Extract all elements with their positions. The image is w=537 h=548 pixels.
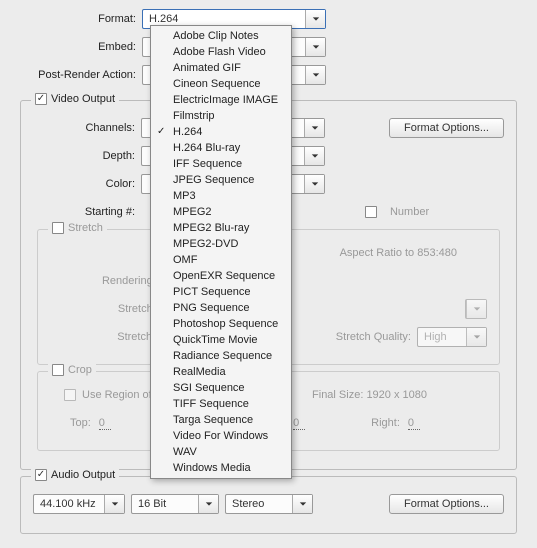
bit-depth-value: 16 Bit [132, 498, 198, 510]
format-option[interactable]: Filmstrip [151, 108, 291, 124]
format-option[interactable]: MPEG2 Blu-ray [151, 220, 291, 236]
audio-channels-select[interactable]: Stereo [225, 494, 313, 514]
chevron-down-icon [304, 119, 324, 137]
format-option[interactable]: Animated GIF [151, 60, 291, 76]
audio-output-title: Audio Output [51, 469, 115, 481]
stretch-quality-label: Stretch Quality: [336, 331, 417, 343]
format-option[interactable]: Adobe Clip Notes [151, 28, 291, 44]
bit-depth-select[interactable]: 16 Bit [131, 494, 219, 514]
crop-header[interactable]: Crop [48, 364, 96, 376]
format-option[interactable]: Windows Media [151, 460, 291, 476]
sample-rate-select[interactable]: 44.100 kHz [33, 494, 125, 514]
aspect-ratio-text: Aspect Ratio to 853:480 [340, 247, 457, 259]
format-option[interactable]: RealMedia [151, 364, 291, 380]
chevron-down-icon [292, 495, 312, 513]
chevron-down-icon [305, 66, 325, 84]
format-options-button[interactable]: Format Options... [389, 118, 504, 138]
format-option[interactable]: TIFF Sequence [151, 396, 291, 412]
format-option[interactable]: Photoshop Sequence [151, 316, 291, 332]
format-option[interactable]: IFF Sequence [151, 156, 291, 172]
format-option[interactable]: OpenEXR Sequence [151, 268, 291, 284]
format-option[interactable]: Cineon Sequence [151, 76, 291, 92]
audio-output-group: Audio Output 44.100 kHz 16 Bit Stereo Fo… [20, 476, 517, 534]
embed-label: Embed: [20, 41, 142, 53]
stretch-to-select[interactable] [465, 299, 487, 319]
chevron-down-icon [466, 328, 486, 346]
format-label: Format: [20, 13, 142, 25]
format-option[interactable]: PICT Sequence [151, 284, 291, 300]
stretch-header[interactable]: Stretch [48, 222, 107, 234]
format-option[interactable]: Adobe Flash Video [151, 44, 291, 60]
format-option[interactable]: H.264 [151, 124, 291, 140]
chevron-down-icon [198, 495, 218, 513]
chevron-down-icon [304, 175, 324, 193]
format-option[interactable]: MPEG2 [151, 204, 291, 220]
chevron-down-icon [466, 300, 486, 318]
crop-top-value[interactable]: 0 [99, 417, 111, 430]
format-option[interactable]: ElectricImage IMAGE [151, 92, 291, 108]
format-option[interactable]: QuickTime Movie [151, 332, 291, 348]
chevron-down-icon [104, 495, 124, 513]
format-option[interactable]: MP3 [151, 188, 291, 204]
final-size-text: Final Size: 1920 x 1080 [312, 389, 427, 401]
post-render-label: Post-Render Action: [20, 69, 142, 81]
color-label: Color: [33, 178, 141, 190]
crop-top-label: Top: [70, 417, 91, 429]
chevron-down-icon [304, 147, 324, 165]
format-option[interactable]: WAV [151, 444, 291, 460]
crop-right-value[interactable]: 0 [408, 417, 420, 430]
depth-label: Depth: [33, 150, 141, 162]
format-option[interactable]: OMF [151, 252, 291, 268]
format-option[interactable]: H.264 Blu-ray [151, 140, 291, 156]
chevron-down-icon [305, 38, 325, 56]
stretch-title: Stretch [68, 222, 103, 234]
format-option[interactable]: Video For Windows [151, 428, 291, 444]
audio-format-options-button[interactable]: Format Options... [389, 494, 504, 514]
format-option[interactable]: MPEG2-DVD [151, 236, 291, 252]
starting-label: Starting #: [33, 206, 141, 218]
crop-checkbox[interactable] [52, 364, 64, 376]
audio-output-checkbox[interactable] [35, 469, 47, 481]
stretch-quality-value: High [418, 331, 466, 343]
sample-rate-value: 44.100 kHz [34, 498, 104, 510]
format-dropdown: Adobe Clip NotesAdobe Flash VideoAnimate… [150, 25, 292, 479]
crop-right-label: Right: [371, 417, 400, 429]
audio-output-header[interactable]: Audio Output [31, 469, 119, 481]
chevron-down-icon [305, 10, 325, 28]
format-option[interactable]: PNG Sequence [151, 300, 291, 316]
stretch-checkbox[interactable] [52, 222, 64, 234]
stretch-quality-select[interactable]: High [417, 327, 487, 347]
video-output-title: Video Output [51, 93, 115, 105]
use-region-checkbox[interactable] [64, 389, 76, 401]
audio-channels-value: Stereo [226, 498, 292, 510]
format-option[interactable]: Radiance Sequence [151, 348, 291, 364]
use-comp-frame-partial: Number [390, 206, 429, 218]
format-value: H.264 [143, 13, 305, 25]
crop-title: Crop [68, 364, 92, 376]
video-output-header[interactable]: Video Output [31, 93, 119, 105]
video-output-checkbox[interactable] [35, 93, 47, 105]
format-option[interactable]: SGI Sequence [151, 380, 291, 396]
channels-label: Channels: [33, 122, 141, 134]
crop-bottom-value[interactable]: 0 [293, 417, 305, 430]
format-option[interactable]: JPEG Sequence [151, 172, 291, 188]
format-option[interactable]: Targa Sequence [151, 412, 291, 428]
use-comp-frame-checkbox[interactable] [365, 206, 377, 218]
